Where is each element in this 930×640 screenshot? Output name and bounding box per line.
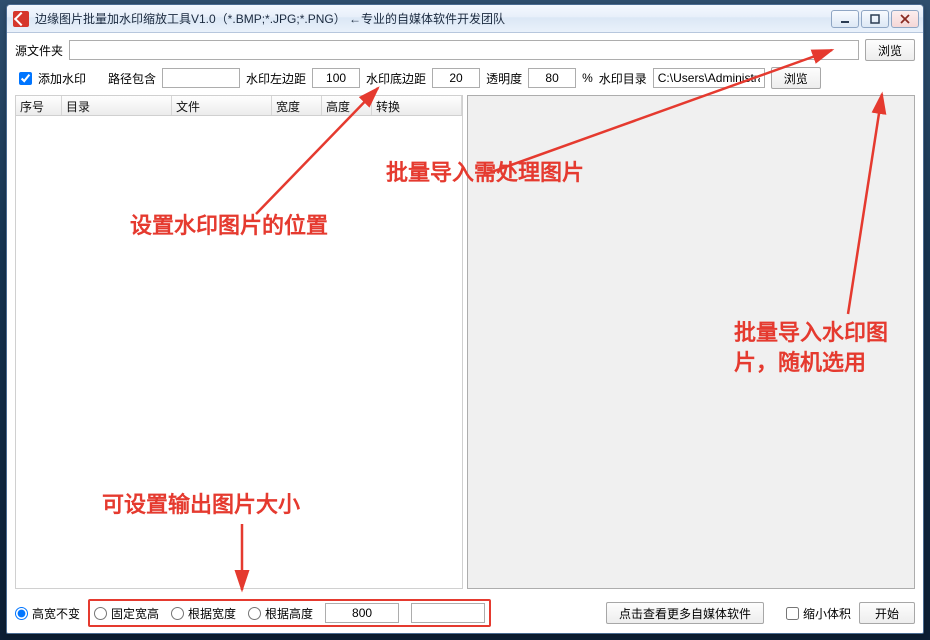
shrink-checkbox[interactable] (786, 607, 799, 620)
more-software-button[interactable]: 点击查看更多自媒体软件 (606, 602, 764, 624)
size-keep-option[interactable]: 高宽不变 (15, 605, 80, 622)
opacity-input[interactable] (528, 68, 576, 88)
opacity-label: 透明度 (486, 70, 522, 87)
wm-dir-input[interactable] (653, 68, 765, 88)
titlebar: 边缘图片批量加水印缩放工具V1.0（*.BMP;*.JPG;*.PNG） ←专业… (7, 5, 923, 33)
source-folder-label: 源文件夹 (15, 42, 63, 59)
size-fixed-label: 固定宽高 (111, 605, 159, 622)
output-size-groupbox: 固定宽高 根据宽度 根据高度 (88, 599, 491, 627)
app-window: 边缘图片批量加水印缩放工具V1.0（*.BMP;*.JPG;*.PNG） ←专业… (6, 4, 924, 634)
file-list-body[interactable] (16, 116, 462, 588)
shrink-option[interactable]: 缩小体积 (786, 605, 851, 622)
col-convert[interactable]: 转换 (372, 96, 462, 115)
maximize-button[interactable] (861, 10, 889, 28)
size-fixed-option[interactable]: 固定宽高 (94, 605, 159, 622)
percent-sign: % (582, 71, 593, 85)
size-keep-label: 高宽不变 (32, 605, 80, 622)
wm-bottom-input[interactable] (432, 68, 480, 88)
params-row: 添加水印 路径包含 水印左边距 水印底边距 透明度 % 水印目录 浏览 (15, 67, 915, 89)
col-width[interactable]: 宽度 (272, 96, 322, 115)
size-byheight-label: 根据高度 (265, 605, 313, 622)
file-list-header: 序号 目录 文件 宽度 高度 转换 (16, 96, 462, 116)
size-fixed-radio[interactable] (94, 607, 107, 620)
col-dir[interactable]: 目录 (62, 96, 172, 115)
bottom-row: 高宽不变 固定宽高 根据宽度 根据高度 点击查看更多自媒体软件 (15, 595, 915, 627)
path-contains-input[interactable] (162, 68, 240, 88)
wm-bottom-label: 水印底边距 (366, 70, 426, 87)
size-bywidth-radio[interactable] (171, 607, 184, 620)
browse-wm-button[interactable]: 浏览 (771, 67, 821, 89)
file-list-panel: 序号 目录 文件 宽度 高度 转换 (15, 95, 463, 589)
size-value2-input[interactable] (411, 603, 485, 623)
close-button[interactable] (891, 10, 919, 28)
shrink-label: 缩小体积 (803, 605, 851, 622)
minimize-button[interactable] (831, 10, 859, 28)
middle-area: 序号 目录 文件 宽度 高度 转换 (15, 95, 915, 589)
size-bywidth-option[interactable]: 根据宽度 (171, 605, 236, 622)
path-contains-label: 路径包含 (108, 70, 156, 87)
size-value1-input[interactable] (325, 603, 399, 623)
browse-source-button[interactable]: 浏览 (865, 39, 915, 61)
add-watermark-checkbox[interactable] (19, 72, 32, 85)
wm-left-input[interactable] (312, 68, 360, 88)
start-button[interactable]: 开始 (859, 602, 915, 624)
size-byheight-radio[interactable] (248, 607, 261, 620)
app-icon (13, 11, 29, 27)
size-bywidth-label: 根据宽度 (188, 605, 236, 622)
preview-panel (467, 95, 915, 589)
col-height[interactable]: 高度 (322, 96, 372, 115)
size-byheight-option[interactable]: 根据高度 (248, 605, 313, 622)
client-area: 源文件夹 浏览 添加水印 路径包含 水印左边距 水印底边距 透明度 % 水印目录… (7, 33, 923, 633)
source-folder-input[interactable] (69, 40, 859, 60)
wm-dir-label: 水印目录 (599, 70, 647, 87)
add-watermark-option[interactable]: 添加水印 (15, 70, 86, 87)
col-seq[interactable]: 序号 (16, 96, 62, 115)
wm-left-label: 水印左边距 (246, 70, 306, 87)
add-watermark-label: 添加水印 (38, 70, 86, 87)
source-row: 源文件夹 浏览 (15, 39, 915, 61)
window-title: 边缘图片批量加水印缩放工具V1.0（*.BMP;*.JPG;*.PNG） ←专业… (35, 10, 505, 27)
col-file[interactable]: 文件 (172, 96, 272, 115)
size-keep-radio[interactable] (15, 607, 28, 620)
